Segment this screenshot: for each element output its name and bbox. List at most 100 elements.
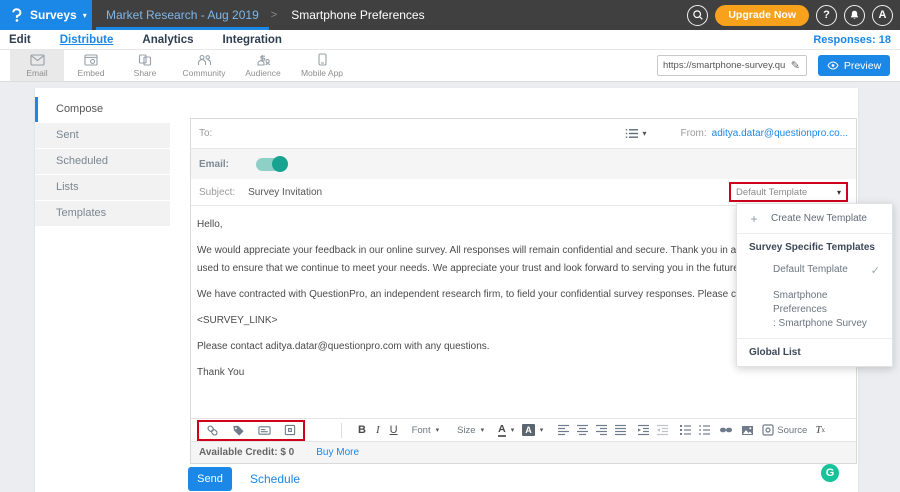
align-center-icon[interactable] (576, 424, 589, 436)
insert-card-icon[interactable] (258, 425, 271, 436)
justify-icon[interactable] (614, 424, 627, 436)
to-label: To: (199, 128, 212, 139)
insert-tag-icon[interactable] (232, 424, 245, 437)
chevron-down-icon: ▾ (511, 426, 515, 434)
upgrade-now-button[interactable]: Upgrade Now (715, 5, 809, 26)
chevron-down-icon: ▾ (643, 129, 647, 138)
envelope-icon (30, 54, 45, 66)
insert-image-icon[interactable] (741, 425, 754, 436)
menu-item-create-new-template[interactable]: + Create New Template (737, 204, 892, 234)
chevron-down-icon: ▾ (436, 426, 440, 434)
insert-embed-box-icon[interactable] (284, 424, 296, 436)
grammarly-icon[interactable]: G (821, 464, 839, 482)
align-left-icon[interactable] (557, 424, 570, 436)
sidebar-item-templates[interactable]: Templates (35, 201, 170, 226)
search-button[interactable] (687, 5, 708, 26)
menu-section-global-list[interactable]: Global List (737, 338, 892, 366)
email-enabled-toggle[interactable] (256, 158, 286, 171)
channel-tab-email[interactable]: Email (10, 50, 64, 81)
menu-option-smartphone-preferences[interactable]: Smartphone Preferences : Smartphone Surv… (737, 282, 892, 338)
eye-icon (827, 61, 839, 70)
template-dropdown-menu: + Create New Template Survey Specific Te… (736, 203, 893, 367)
to-row[interactable]: To: ▾ From: aditya.datar@questionpro.co.… (191, 119, 856, 149)
distribute-channel-bar: Email Embed Share Community Audience Mob… (0, 50, 900, 82)
notifications-button[interactable] (844, 5, 865, 26)
send-button[interactable]: Send (188, 467, 232, 491)
tab-analytics[interactable]: Analytics (142, 34, 193, 46)
template-select-value: Default Template (736, 187, 837, 198)
background-color-button[interactable]: A▾ (522, 424, 543, 436)
underline-button[interactable]: U (390, 424, 398, 436)
edit-url-pencil-icon[interactable]: ✎ (785, 59, 806, 72)
available-credit-label: Available Credit: $ 0 (199, 447, 294, 458)
sidebar-item-sent[interactable]: Sent (35, 123, 170, 148)
increase-indent-icon[interactable] (637, 424, 650, 436)
preview-button[interactable]: Preview (818, 55, 890, 76)
product-switcher[interactable]: Surveys ▾ (0, 0, 92, 30)
chevron-down-icon: ▾ (540, 426, 544, 434)
source-icon (762, 424, 774, 436)
account-avatar[interactable]: A (872, 5, 893, 26)
breadcrumb-survey-tab[interactable]: Market Research - Aug 2019 (96, 0, 269, 30)
bulleted-list-icon[interactable] (679, 424, 692, 436)
channel-tab-audience[interactable]: Audience (236, 50, 290, 81)
remove-format-button[interactable]: Tx (815, 424, 825, 436)
paid-audience-icon (256, 54, 271, 66)
toolbar-separator (341, 423, 342, 438)
size-dropdown[interactable]: Size▾ (457, 425, 484, 436)
hyperlink-icon[interactable] (719, 425, 733, 435)
channel-tab-community[interactable]: Community (172, 50, 236, 81)
embed-window-icon (84, 54, 98, 66)
channel-tab-share[interactable]: Share (118, 50, 172, 81)
numbered-list-icon[interactable] (698, 424, 711, 436)
sidebar-item-scheduled[interactable]: Scheduled (35, 149, 170, 174)
menu-option-default-template[interactable]: Default Template ✓ (737, 257, 892, 282)
template-select[interactable]: Default Template ▾ (729, 182, 848, 202)
insert-link-icon[interactable] (206, 424, 219, 437)
help-button[interactable]: ? (816, 5, 837, 26)
subject-row[interactable]: Subject: Survey Invitation Default Templ… (191, 179, 856, 206)
channel-tab-mobile-app[interactable]: Mobile App (290, 50, 354, 81)
annotation-box-insert-tools (197, 420, 305, 441)
toggle-knob (272, 156, 288, 172)
source-button[interactable]: Source (762, 424, 807, 436)
from-email-value[interactable]: aditya.datar@questionpro.co... (712, 128, 848, 139)
chevron-down-icon: ▾ (837, 188, 841, 197)
credit-row: Available Credit: $ 0 Buy More (191, 441, 856, 463)
contact-list-icon (625, 128, 639, 139)
bold-button[interactable]: B (358, 424, 366, 436)
select-list-button[interactable]: ▾ (625, 128, 647, 139)
text-color-button[interactable]: A▾ (498, 424, 514, 437)
schedule-link[interactable]: Schedule (250, 467, 300, 491)
sidebar-item-lists[interactable]: Lists (35, 175, 170, 200)
tab-edit[interactable]: Edit (9, 34, 31, 46)
breadcrumb-page-title: Smartphone Preferences (279, 0, 436, 30)
email-toggle-row: Email: (191, 149, 856, 179)
channel-tab-embed[interactable]: Embed (64, 50, 118, 81)
share-pages-icon (138, 54, 152, 66)
survey-url-field[interactable]: https://smartphone-survey.questionpro ✎ (657, 55, 807, 76)
responses-count[interactable]: Responses: 18 (813, 34, 891, 46)
chevron-down-icon: ▾ (83, 11, 87, 20)
font-dropdown[interactable]: Font▾ (412, 425, 440, 436)
buy-more-link[interactable]: Buy More (316, 447, 359, 458)
breadcrumb-separator: > (269, 0, 279, 30)
menu-section-survey-specific: Survey Specific Templates (737, 234, 892, 257)
mobile-phone-icon (318, 53, 327, 66)
subject-label: Subject: (199, 187, 235, 198)
questionpro-logo (9, 8, 24, 23)
email-label: Email: (199, 159, 229, 170)
people-icon (197, 54, 212, 66)
tab-distribute[interactable]: Distribute (60, 34, 114, 46)
survey-url-value: https://smartphone-survey.questionpro (658, 60, 785, 71)
subject-value[interactable]: Survey Invitation (248, 187, 322, 198)
sidebar-item-compose[interactable]: Compose (35, 97, 170, 122)
italic-button[interactable]: I (376, 424, 380, 436)
tab-integration[interactable]: Integration (223, 34, 282, 46)
align-right-icon[interactable] (595, 424, 608, 436)
product-name: Surveys (30, 8, 77, 22)
search-icon (692, 9, 704, 21)
decrease-indent-icon[interactable] (656, 424, 669, 436)
editor-toolbar: B I U Font▾ Size▾ A▾ A▾ (191, 418, 856, 441)
bell-icon (849, 9, 860, 21)
